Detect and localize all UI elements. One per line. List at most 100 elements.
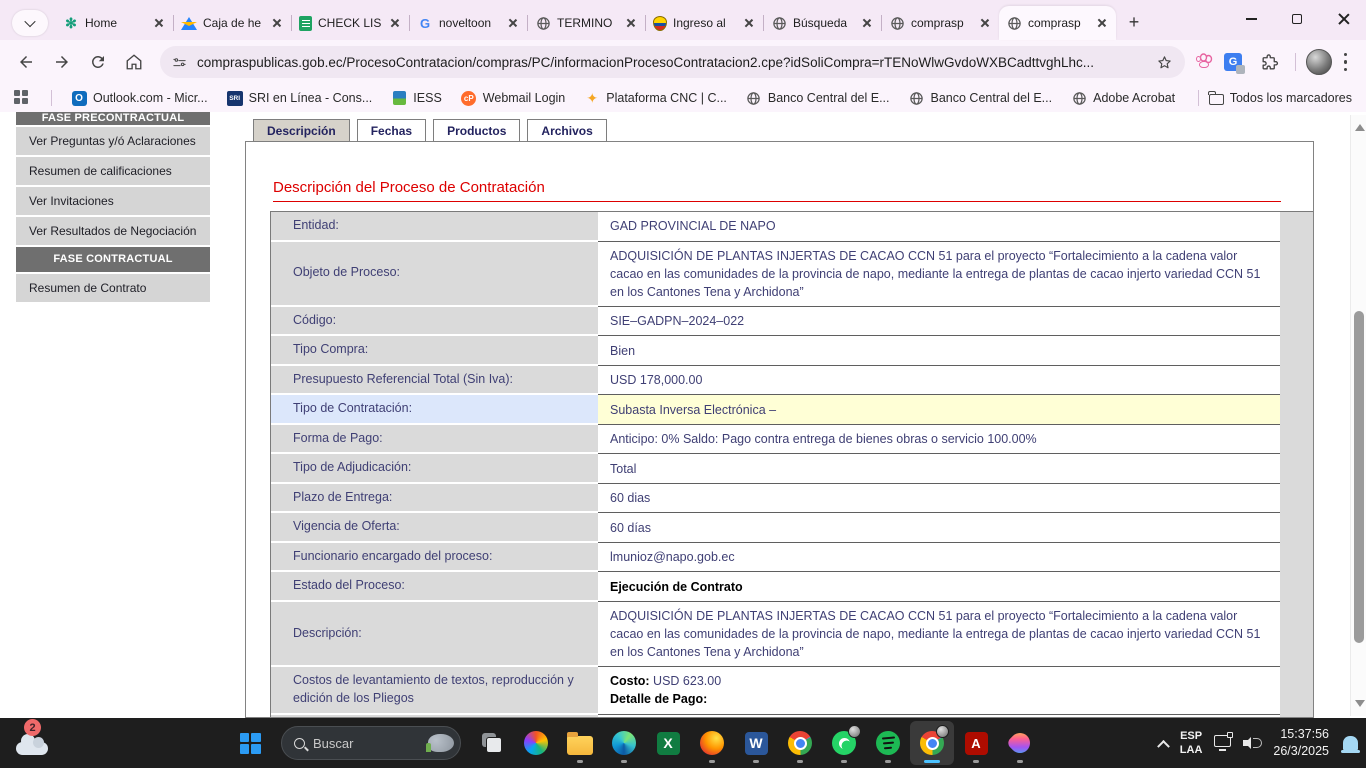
tab-search-button[interactable] <box>12 10 48 36</box>
tab-archivos[interactable]: Archivos <box>527 119 606 142</box>
forward-icon[interactable] <box>46 46 78 78</box>
browser-tab[interactable]: comprasp <box>999 6 1116 40</box>
taskbar-icon-chrome-profile[interactable] <box>910 721 954 765</box>
vertical-scrollbar[interactable] <box>1350 115 1366 716</box>
scroll-down-arrow-icon[interactable] <box>1355 700 1365 707</box>
sidebar-item[interactable]: Ver Preguntas y/ó Aclaraciones <box>16 127 210 157</box>
clock[interactable]: 15:37:5626/3/2025 <box>1273 726 1329 760</box>
browser-tab[interactable]: Gnoveltoon <box>410 6 527 40</box>
bookmark-item[interactable]: Banco Central del E... <box>746 90 890 106</box>
row-value: 60 días <box>598 513 1280 543</box>
taskbar-icon-spotify[interactable] <box>866 721 910 765</box>
tab-close-icon[interactable] <box>270 16 284 30</box>
bookmark-item[interactable]: OOutlook.com - Micr... <box>71 90 208 106</box>
sidebar-section-header: FASE PRECONTRACTUAL <box>16 112 210 127</box>
apps-grid-icon[interactable] <box>14 90 30 106</box>
taskbar-icon-firefox[interactable] <box>690 721 734 765</box>
bookmark-label: Plataforma CNC | C... <box>606 91 727 105</box>
bookmark-label: IESS <box>413 91 442 105</box>
tab-fechas[interactable]: Fechas <box>357 119 426 142</box>
bookmark-label: Outlook.com - Micr... <box>93 91 208 105</box>
language-indicator[interactable]: ESPLAA <box>1180 729 1203 758</box>
tab-close-icon[interactable] <box>860 16 874 30</box>
reload-icon[interactable] <box>82 46 114 78</box>
browser-menu-icon[interactable] <box>1344 53 1348 71</box>
running-indicator <box>753 760 759 763</box>
extensions-puzzle-icon[interactable] <box>1253 46 1285 78</box>
bookmark-item[interactable]: Banco Central del E... <box>909 90 1053 106</box>
browser-tab[interactable]: comprasp <box>882 6 999 40</box>
tab-close-icon[interactable] <box>388 16 402 30</box>
bookmark-item[interactable]: Adobe Acrobat <box>1071 90 1175 106</box>
profile-avatar[interactable] <box>1306 49 1332 75</box>
all-bookmarks-button[interactable]: Todos los marcadores <box>1209 91 1352 105</box>
table-row: Costos de levantamiento de textos, repro… <box>271 667 1313 714</box>
page-title: Descripción del Proceso de Contratación <box>273 179 1281 202</box>
bookmark-item[interactable]: SRISRI en Línea - Cons... <box>227 90 373 106</box>
paw-extension-icon[interactable] <box>1195 54 1213 70</box>
scroll-up-arrow-icon[interactable] <box>1355 124 1365 131</box>
weather-widget[interactable]: 2 <box>16 727 50 759</box>
chrome-icon <box>788 731 812 755</box>
address-bar[interactable]: compraspublicas.gob.ec/ProcesoContrataci… <box>160 46 1185 78</box>
volume-icon[interactable] <box>1243 736 1261 750</box>
tab-close-icon[interactable] <box>506 16 520 30</box>
tab-title: Caja de he <box>203 16 264 30</box>
tab-close-icon[interactable] <box>742 16 756 30</box>
sidebar-item[interactable]: Ver Invitaciones <box>16 187 210 217</box>
tab-close-icon[interactable] <box>978 16 992 30</box>
sidebar-item[interactable]: Ver Resultados de Negociación <box>16 217 210 247</box>
notifications-bell-icon[interactable] <box>1343 736 1358 750</box>
browser-tab[interactable]: CHECK LIS <box>292 6 409 40</box>
tab-title: TERMINO <box>557 16 618 30</box>
browser-tab[interactable]: TERMINO <box>528 6 645 40</box>
tab-descripción[interactable]: Descripción <box>253 119 350 142</box>
running-indicator <box>577 760 583 763</box>
taskbar-icon-edge[interactable] <box>602 721 646 765</box>
bookmark-item[interactable]: cPWebmail Login <box>461 90 565 106</box>
sidebar-item[interactable]: Resumen de Contrato <box>16 274 210 304</box>
back-icon[interactable] <box>10 46 42 78</box>
browser-tab[interactable]: Caja de he <box>174 6 291 40</box>
sidebar-item[interactable]: Resumen de calificaciones <box>16 157 210 187</box>
taskbar-search[interactable]: Buscar <box>281 726 461 760</box>
tab-close-icon[interactable] <box>152 16 166 30</box>
running-indicator <box>709 760 715 763</box>
scrollbar-thumb[interactable] <box>1354 311 1364 643</box>
hidden-icons-chevron-icon[interactable] <box>1157 739 1170 752</box>
close-button[interactable] <box>1320 0 1366 38</box>
home-icon[interactable] <box>118 46 150 78</box>
tab-productos[interactable]: Productos <box>433 119 520 142</box>
browser-tab[interactable]: Búsqueda <box>764 6 881 40</box>
table-row: Objeto de Proceso:ADQUISICIÓN DE PLANTAS… <box>271 242 1313 307</box>
tab-close-icon[interactable] <box>1095 16 1109 30</box>
row-label: Forma de Pago: <box>271 425 598 455</box>
process-tabs: Descripción Fechas Productos Archivos <box>253 119 607 142</box>
new-tab-button[interactable]: + <box>1120 8 1148 36</box>
taskbar-icon-excel[interactable]: X <box>646 721 690 765</box>
taskbar-icon-whatsapp[interactable] <box>822 721 866 765</box>
browser-tab[interactable]: Ingreso al <box>646 6 763 40</box>
bookmark-item[interactable]: ✦Plataforma CNC | C... <box>584 90 727 106</box>
taskbar-icon-chrome[interactable] <box>778 721 822 765</box>
taskbar-icon-copilot[interactable] <box>514 721 558 765</box>
minimize-button[interactable] <box>1228 0 1274 38</box>
taskbar-center: Buscar XW A <box>228 718 1042 768</box>
maximize-button[interactable] <box>1274 0 1320 38</box>
translate-icon[interactable]: G <box>1217 46 1249 78</box>
taskbar-icon-acrobat[interactable]: A <box>954 721 998 765</box>
table-row: Descripción:ADQUISICIÓN DE PLANTAS INJER… <box>271 602 1313 667</box>
url-text[interactable]: compraspublicas.gob.ec/ProcesoContrataci… <box>197 55 1146 70</box>
bookmarks-bar: OOutlook.com - Micr... SRISRI en Línea - … <box>0 84 1366 112</box>
site-settings-icon[interactable] <box>172 55 187 70</box>
network-icon[interactable] <box>1214 735 1231 747</box>
taskbar-icon-file-explorer[interactable] <box>558 721 602 765</box>
taskbar-icon-paint[interactable] <box>998 721 1042 765</box>
tab-close-icon[interactable] <box>624 16 638 30</box>
taskbar-icon-word[interactable]: W <box>734 721 778 765</box>
browser-tab[interactable]: ✻Home <box>56 6 173 40</box>
start-button[interactable] <box>228 721 272 765</box>
bookmark-item[interactable]: IESS <box>391 90 442 106</box>
bookmark-star-icon[interactable] <box>1156 54 1173 71</box>
taskbar-icon-task-view[interactable] <box>470 721 514 765</box>
